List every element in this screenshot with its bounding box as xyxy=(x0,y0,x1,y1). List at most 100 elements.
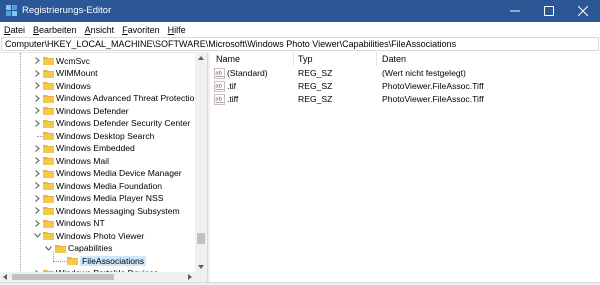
tree-horizontal-scrollbar[interactable] xyxy=(0,272,207,282)
registry-tree[interactable]: WcmSvc WIMMount Windows Windows Advanced Th… xyxy=(0,52,207,272)
tree-guide-line xyxy=(37,135,43,137)
scrollbar-thumb[interactable] xyxy=(197,233,205,244)
tree-item[interactable]: Windows Embedded xyxy=(0,142,195,155)
ab-string-value-icon: ab xyxy=(214,81,225,92)
value-name: .tif xyxy=(227,81,237,91)
folder-icon xyxy=(43,119,54,128)
folder-icon xyxy=(67,257,78,266)
tree-item-label: WIMMount xyxy=(56,68,98,79)
tree-item[interactable]: Windows Desktop Search xyxy=(0,130,195,143)
column-header-data[interactable]: Daten xyxy=(382,52,406,66)
value-row[interactable]: ab (Standard) REG_SZ (Wert nicht festgelegt… xyxy=(210,67,600,80)
menu-bearbeiten[interactable]: Bearbeiten xyxy=(33,25,77,35)
tree-item[interactable]: Windows Defender xyxy=(0,105,195,118)
chevron-right-icon[interactable] xyxy=(33,119,41,127)
chevron-right-icon[interactable] xyxy=(33,144,41,152)
chevron-down-icon[interactable] xyxy=(44,244,52,252)
tree-item[interactable]: Windows Media Player NSS xyxy=(0,192,195,205)
value-data: PhotoViewer.FileAssoc.Tiff xyxy=(382,94,484,104)
tree-item-label: Windows Photo Viewer xyxy=(56,230,145,241)
maximize-button[interactable] xyxy=(532,0,566,22)
menu-hilfe[interactable]: Hilfe xyxy=(168,25,186,35)
column-separator[interactable] xyxy=(293,52,294,66)
tree-item[interactable]: Capabilities xyxy=(0,242,195,255)
column-separator[interactable] xyxy=(376,52,377,66)
folder-icon xyxy=(43,157,54,166)
chevron-right-icon[interactable] xyxy=(33,69,41,77)
chevron-right-icon[interactable] xyxy=(33,94,41,102)
close-button[interactable] xyxy=(566,0,600,22)
minimize-button[interactable] xyxy=(498,0,532,22)
regedit-icon xyxy=(6,5,17,16)
tree-item[interactable]: FileAssociations xyxy=(0,255,195,268)
folder-icon xyxy=(43,69,54,78)
tree-item-label: Windows Messaging Subsystem xyxy=(56,205,180,216)
tree-item[interactable]: Windows NT xyxy=(0,217,195,230)
svg-text:ab: ab xyxy=(215,71,222,77)
folder-icon xyxy=(43,219,54,228)
close-icon xyxy=(578,6,588,16)
svg-text:ab: ab xyxy=(215,84,222,90)
value-row[interactable]: ab .tiff REG_SZ PhotoViewer.FileAssoc.Tiff xyxy=(210,93,600,106)
tree-item[interactable]: Windows Defender Security Center xyxy=(0,117,195,130)
scroll-down-arrow-icon[interactable] xyxy=(195,261,207,272)
chevron-right-icon[interactable] xyxy=(33,182,41,190)
chevron-down-icon[interactable] xyxy=(33,232,41,240)
svg-text:ab: ab xyxy=(215,97,222,103)
tree-vertical-scrollbar[interactable] xyxy=(195,52,207,272)
scroll-right-arrow-icon[interactable] xyxy=(185,272,195,282)
tree-item-label: Capabilities xyxy=(68,243,113,254)
tree-item-label: Windows Media Player NSS xyxy=(56,193,164,204)
tree-item[interactable]: Windows Media Foundation xyxy=(0,180,195,193)
chevron-right-icon[interactable] xyxy=(33,169,41,177)
value-data: (Wert nicht festgelegt) xyxy=(382,68,466,78)
values-list[interactable]: Name Typ Daten ab (Standard) REG_SZ (Wert n… xyxy=(210,52,600,282)
folder-icon xyxy=(43,194,54,203)
tree-item[interactable]: Windows xyxy=(0,80,195,93)
menu-label: atei xyxy=(10,24,26,35)
folder-icon xyxy=(43,107,54,116)
tree-item-label: Windows Defender xyxy=(56,105,129,116)
menu-label: nsicht xyxy=(90,24,115,35)
ab-string-value-icon: ab xyxy=(214,94,225,105)
tree-item[interactable]: Windows Messaging Subsystem xyxy=(0,205,195,218)
chevron-right-icon[interactable] xyxy=(33,219,41,227)
menu-label: avoriten xyxy=(127,24,160,35)
tree-item-label: WcmSvc xyxy=(56,55,90,66)
minimize-icon xyxy=(510,10,520,12)
value-name: .tiff xyxy=(227,94,239,104)
tree-item[interactable]: Windows Media Device Manager xyxy=(0,167,195,180)
chevron-right-icon[interactable] xyxy=(33,82,41,90)
chevron-right-icon[interactable] xyxy=(33,207,41,215)
menu-datei[interactable]: Datei xyxy=(4,25,25,35)
tree-item-label: Windows Media Foundation xyxy=(56,180,163,191)
tree-item[interactable]: Windows Mail xyxy=(0,155,195,168)
address-bar[interactable]: Computer\HKEY_LOCAL_MACHINE\SOFTWARE\Mic… xyxy=(1,37,599,51)
scrollbar-thumb[interactable] xyxy=(12,274,114,280)
column-header-type[interactable]: Typ xyxy=(298,52,313,66)
menu-favoriten[interactable]: Favoriten xyxy=(122,25,160,35)
chevron-right-icon[interactable] xyxy=(33,57,41,65)
chevron-right-icon[interactable] xyxy=(33,107,41,115)
tree-item-label: Windows Defender Security Center xyxy=(56,118,191,129)
scroll-up-arrow-icon[interactable] xyxy=(195,52,207,63)
ab-string-value-icon: ab xyxy=(214,68,225,79)
tree-item[interactable]: Windows Photo Viewer xyxy=(0,230,195,243)
scroll-left-arrow-icon[interactable] xyxy=(0,272,10,282)
chevron-right-icon[interactable] xyxy=(33,194,41,202)
menu-bar: Datei Bearbeiten Ansicht Favoriten Hilfe xyxy=(0,22,600,37)
folder-icon xyxy=(43,182,54,191)
tree-item[interactable]: WIMMount xyxy=(0,67,195,80)
tree-item[interactable]: Windows Advanced Threat Protection xyxy=(0,92,199,105)
value-type: REG_SZ xyxy=(298,94,333,104)
tree-item[interactable]: WcmSvc xyxy=(0,55,195,68)
chevron-right-icon[interactable] xyxy=(33,157,41,165)
value-type: REG_SZ xyxy=(298,68,333,78)
folder-icon xyxy=(55,244,66,253)
value-name: (Standard) xyxy=(227,68,268,78)
column-header-name[interactable]: Name xyxy=(216,52,240,66)
value-row[interactable]: ab .tif REG_SZ PhotoViewer.FileAssoc.Tiff xyxy=(210,80,600,93)
tree-item-label: Windows xyxy=(56,80,91,91)
folder-icon xyxy=(43,207,54,216)
menu-ansicht[interactable]: Ansicht xyxy=(85,25,115,35)
